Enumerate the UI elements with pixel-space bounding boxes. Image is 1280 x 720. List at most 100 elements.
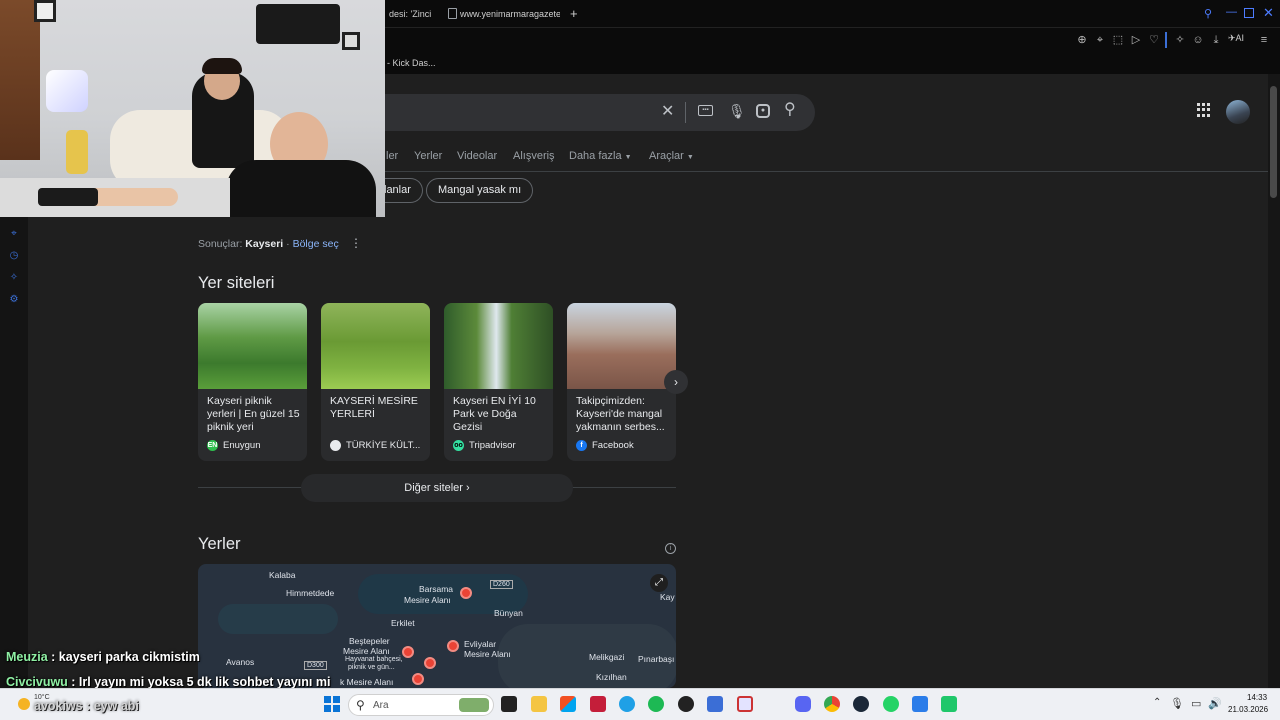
search-icon[interactable]: ⚲ <box>1204 7 1212 20</box>
enuygun-icon: EN <box>207 440 218 451</box>
menu-icon[interactable]: ≡ <box>1258 34 1270 46</box>
search-icon: ⚲ <box>356 698 365 712</box>
clock-time[interactable]: 14:33 <box>1247 693 1267 702</box>
zoom-icon[interactable]: ⊕ <box>1076 34 1088 46</box>
history-icon[interactable]: ◷ <box>8 250 20 262</box>
keyboard <box>38 188 98 206</box>
steam-icon[interactable] <box>853 696 869 712</box>
file-explorer-icon[interactable] <box>531 696 547 712</box>
map-pin[interactable] <box>447 640 459 652</box>
opera-icon[interactable] <box>737 696 753 712</box>
tab-tools[interactable]: Araçlar ▼ <box>649 150 694 162</box>
site-card[interactable]: Kayseri piknik yerleri | En güzel 15 pik… <box>198 303 307 461</box>
more-sites-button[interactable]: Diğer siteler › <box>301 474 573 502</box>
facebook-icon: f <box>576 440 587 451</box>
turkiye-kultur-icon <box>330 440 341 451</box>
choose-region-link[interactable]: Bölge seç <box>293 238 339 250</box>
app-icon[interactable] <box>941 696 957 712</box>
can <box>66 130 88 174</box>
search-icon[interactable]: ⚲ <box>784 102 796 118</box>
apps-icon[interactable] <box>1197 103 1211 117</box>
bookmark-item[interactable]: - Kick Das... <box>387 58 436 68</box>
search-input[interactable]: ✕ ▪▪▪ 🎙 ● ⚲ <box>360 94 815 131</box>
minimize-icon[interactable]: — <box>1226 6 1237 18</box>
settings-icon[interactable]: ⚙ <box>8 294 20 306</box>
extensions-icon[interactable]: ✧ <box>1174 34 1186 46</box>
chat-message: avokiws : eyw abi <box>34 699 139 713</box>
spotify-icon[interactable] <box>648 696 664 712</box>
new-tab-button[interactable]: + <box>570 6 578 21</box>
weather-icon[interactable] <box>18 698 30 710</box>
map-label: Mesire Alanı <box>404 595 451 605</box>
whatsapp-icon[interactable] <box>883 696 899 712</box>
map-label: Kızılhan <box>596 672 627 682</box>
more-options-icon[interactable]: ⋮ <box>350 236 362 250</box>
site-card[interactable]: Takipçimizden: Kayseri'de mangal yakmanı… <box>567 303 676 461</box>
divider <box>360 171 1268 172</box>
app-icon[interactable] <box>590 696 606 712</box>
avatar[interactable] <box>1226 100 1250 124</box>
ai-icon[interactable]: ✈AI <box>1228 33 1244 44</box>
taskbar-search[interactable]: ⚲ Ara <box>348 694 494 716</box>
volume-icon[interactable]: 🔊 <box>1208 697 1222 710</box>
mic-icon[interactable]: 🎙 <box>728 103 746 119</box>
tab-more[interactable]: Daha fazla ▼ <box>569 150 632 162</box>
close-icon[interactable]: ✕ <box>661 104 674 120</box>
tab-videos[interactable]: Videolar <box>457 150 497 162</box>
mic-icon[interactable]: 🎙 <box>1170 697 1184 710</box>
tab-partial[interactable]: ler <box>386 150 398 162</box>
info-icon[interactable]: i <box>665 543 676 554</box>
map-pin[interactable] <box>412 673 424 685</box>
map-pin[interactable] <box>402 646 414 658</box>
pin-icon[interactable]: ⌖ <box>8 228 20 240</box>
app-icon[interactable] <box>707 696 723 712</box>
tab-places[interactable]: Yerler <box>414 150 442 162</box>
clock-date[interactable]: 21.03.2026 <box>1228 705 1268 714</box>
person-hair <box>202 58 242 74</box>
play-icon[interactable]: ▷ <box>1130 34 1142 46</box>
card-image <box>198 303 307 389</box>
display-icon[interactable]: ▭ <box>1191 697 1201 710</box>
store-icon[interactable] <box>560 696 576 712</box>
chevron-up-icon[interactable]: ⌃ <box>1153 697 1161 708</box>
browser-tab[interactable]: desi: 'Zinci <box>389 9 431 19</box>
person <box>226 160 376 217</box>
task-view-icon[interactable] <box>501 696 517 712</box>
map-pin[interactable] <box>460 587 472 599</box>
pin-icon[interactable]: ⌖ <box>1094 34 1106 46</box>
map-pin[interactable] <box>424 657 436 669</box>
chat-text: : Irl yayın mi yoksa 5 dk lik sohbet yay… <box>67 675 331 689</box>
heart-icon[interactable]: ♡ <box>1148 34 1160 46</box>
keyboard-icon[interactable]: ▪▪▪ <box>698 105 713 116</box>
tab-shopping[interactable]: Alışveriş <box>513 150 555 162</box>
scrollbar-thumb[interactable] <box>1270 86 1277 198</box>
lens-icon[interactable]: ● <box>756 104 770 118</box>
site-card[interactable]: KAYSERİ MESİRE YERLERİ TÜRKİYE KÜLT... <box>321 303 430 461</box>
browser-tab[interactable]: www.yenimarmaragazetesi <box>460 9 560 19</box>
card-source-name: Enuygun <box>223 440 261 451</box>
close-icon[interactable]: ✕ <box>1263 5 1274 21</box>
site-card[interactable]: Kayseri EN İYİ 10 Park ve Doğa Gezisi oo… <box>444 303 553 461</box>
download-icon[interactable]: ⤓ <box>1210 34 1222 46</box>
tripadvisor-icon: oo <box>453 440 464 451</box>
maximize-icon[interactable] <box>1244 8 1254 18</box>
obs-icon[interactable] <box>678 696 694 712</box>
screenshot-icon[interactable]: ⬚ <box>1112 34 1124 46</box>
section-heading: Yer siteleri <box>198 274 275 292</box>
card-title: KAYSERİ MESİRE YERLERİ <box>330 395 418 420</box>
road-label: D300 <box>304 661 327 670</box>
map[interactable]: Kalaba Himmetdede Barsama Mesire Alanı B… <box>198 564 676 688</box>
windows-start-icon[interactable] <box>324 696 340 712</box>
results-location: Kayseri <box>245 238 284 250</box>
chat-username: Civcivuwu <box>6 675 68 689</box>
chrome-icon[interactable] <box>824 696 840 712</box>
app-icon[interactable] <box>912 696 928 712</box>
discord-icon[interactable] <box>795 696 811 712</box>
edge-icon[interactable] <box>619 696 635 712</box>
filter-chip[interactable]: Mangal yasak mı <box>426 178 534 203</box>
profile-icon[interactable]: ☺ <box>1192 34 1204 46</box>
chevron-right-icon[interactable]: › <box>664 370 688 394</box>
expand-icon[interactable]: ⤢ <box>650 574 668 592</box>
door <box>0 0 40 160</box>
extensions-icon[interactable]: ✧ <box>8 272 20 284</box>
